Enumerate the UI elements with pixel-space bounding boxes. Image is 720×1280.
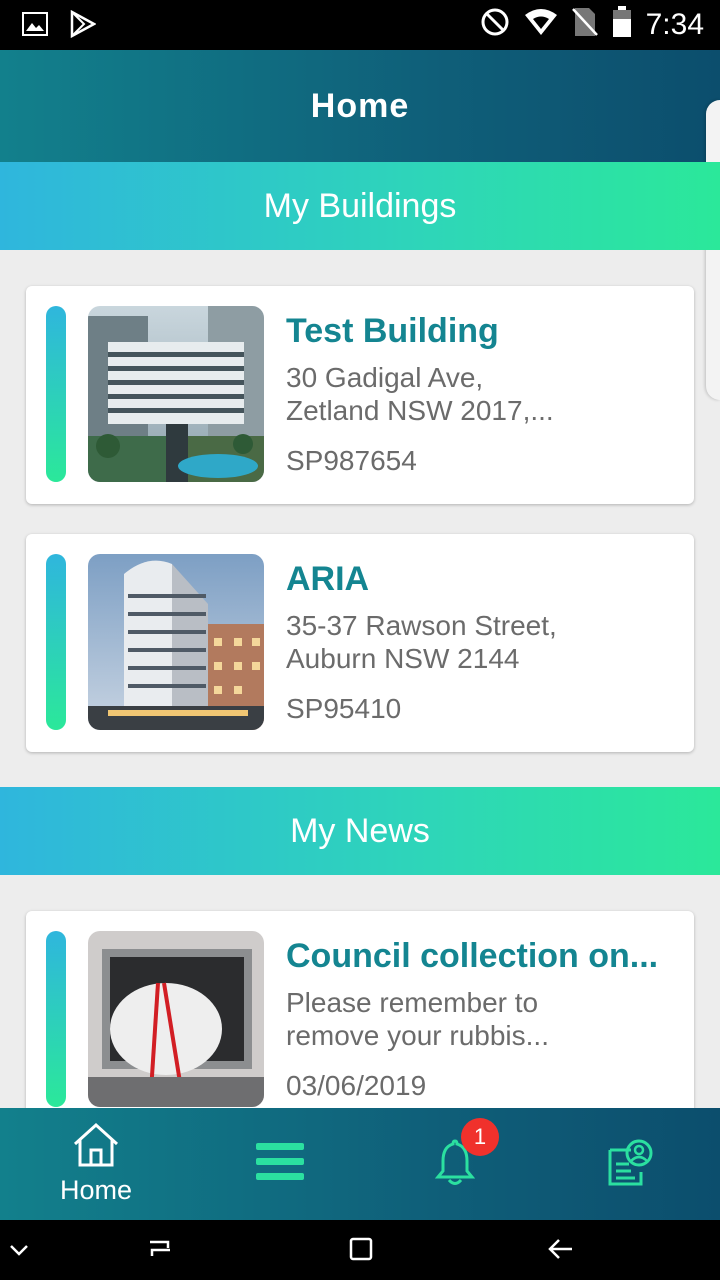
chevron-down-icon[interactable] [8, 1234, 30, 1269]
news-excerpt: Please remember to remove your rubbis... [286, 987, 549, 1051]
nav-contact[interactable] [540, 1108, 720, 1220]
wifi-icon [524, 8, 558, 41]
section-header-news: My News [0, 787, 720, 875]
card-accent-bar [46, 554, 66, 730]
menu-icon [255, 1142, 305, 1187]
building-card[interactable]: Test Building 30 Gadigal Ave, Zetland NS… [26, 286, 694, 504]
nav-home[interactable]: Home [6, 1108, 186, 1220]
nav-notifications[interactable]: 1 [365, 1108, 545, 1220]
recent-apps-icon[interactable] [146, 1234, 174, 1269]
no-sim-icon [571, 7, 598, 42]
building-address: 35-37 Rawson Street, Auburn NSW 2144 [286, 610, 557, 674]
notification-badge: 1 [461, 1118, 499, 1156]
building-photo [88, 554, 264, 730]
building-plan-number: SP987654 [286, 445, 417, 476]
back-arrow-icon[interactable] [546, 1234, 576, 1269]
building-name: ARIA [286, 560, 370, 598]
card-accent-bar [46, 306, 66, 482]
building-photo [88, 306, 264, 482]
news-title: Council collection on... [286, 937, 659, 975]
building-card[interactable]: ARIA 35-37 Rawson Street, Auburn NSW 214… [26, 534, 694, 752]
play-store-icon [70, 9, 97, 43]
contact-card-icon [607, 1138, 653, 1191]
system-navigation-bar [0, 1220, 720, 1280]
battery-icon [612, 6, 632, 43]
nav-home-label: Home [59, 1175, 133, 1205]
status-bar: 7:34 [0, 0, 720, 50]
news-date: 03/06/2019 [286, 1070, 427, 1101]
nav-menu[interactable] [190, 1108, 370, 1220]
section-title: My News [290, 811, 430, 850]
bottom-navigation: Home 1 [0, 1108, 720, 1220]
image-icon [22, 12, 48, 41]
do-not-disturb-icon [480, 7, 510, 42]
building-address: 30 Gadigal Ave, Zetland NSW 2017,... [286, 362, 554, 426]
home-square-icon[interactable] [348, 1234, 374, 1269]
status-time: 7:34 [645, 7, 704, 41]
building-plan-number: SP95410 [286, 693, 402, 724]
app-header: Home [0, 50, 720, 162]
edge-panel-handle[interactable] [706, 100, 720, 400]
card-accent-bar [46, 931, 66, 1107]
home-icon [71, 1122, 121, 1173]
page-title: Home [310, 86, 410, 125]
news-photo [88, 931, 264, 1107]
section-title: My Buildings [263, 186, 457, 225]
building-name: Test Building [286, 312, 499, 350]
section-header-buildings: My Buildings [0, 162, 720, 250]
news-card[interactable]: Council collection on... Please remember… [26, 911, 694, 1141]
